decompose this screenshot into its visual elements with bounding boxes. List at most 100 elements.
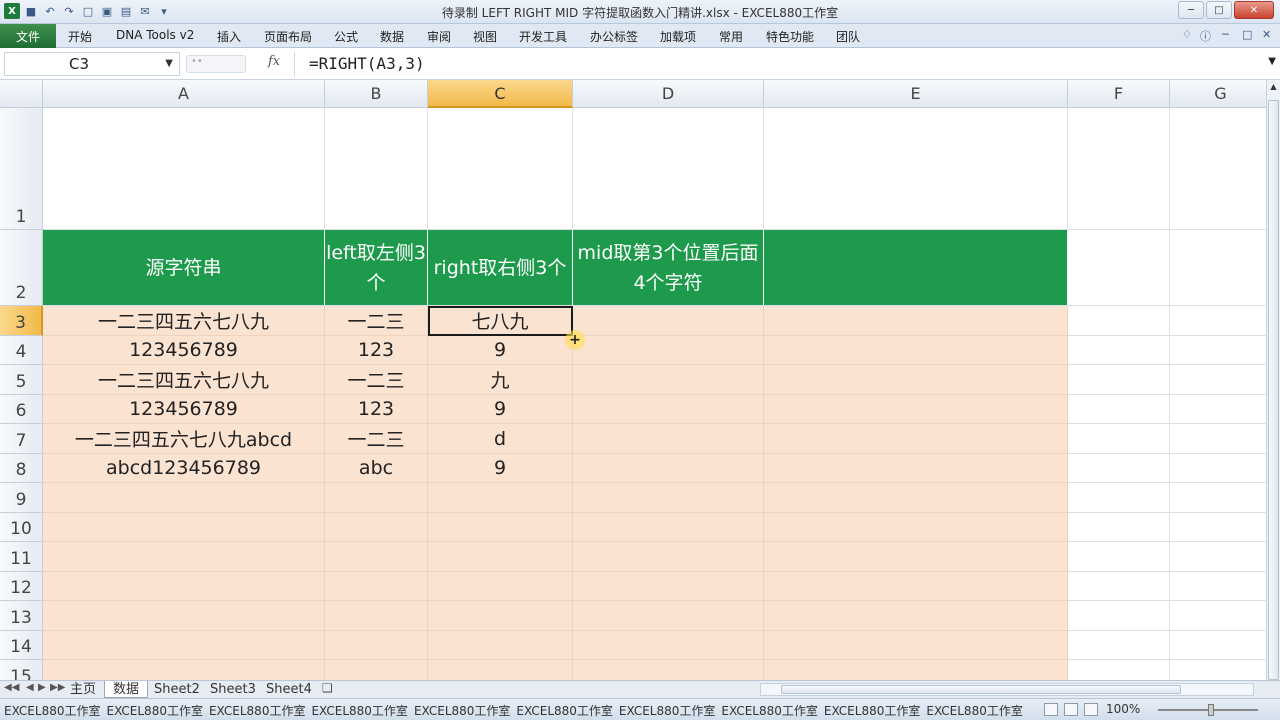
vertical-scroll-thumb[interactable]: [1268, 100, 1279, 680]
formula-input[interactable]: =RIGHT(A3,3): [294, 52, 1266, 76]
cell-g13[interactable]: [1170, 601, 1266, 631]
column-header-f[interactable]: F: [1068, 80, 1170, 108]
cell-f11[interactable]: [1068, 542, 1170, 572]
cell-b2[interactable]: left取左侧3个: [325, 230, 428, 306]
cell-b13[interactable]: [325, 601, 428, 631]
cell-g9[interactable]: [1170, 483, 1266, 513]
row-header-11[interactable]: 11: [0, 542, 43, 572]
cell-a4[interactable]: 123456789: [43, 336, 325, 365]
cell-e11[interactable]: [764, 542, 1068, 572]
scroll-up-icon[interactable]: ▲: [1267, 82, 1280, 91]
cell-c6[interactable]: 9: [428, 395, 573, 424]
cell-g10[interactable]: [1170, 513, 1266, 542]
expand-formula-bar-icon[interactable]: ▼: [1268, 56, 1276, 67]
cell-e6[interactable]: [764, 395, 1068, 424]
tab-special-features[interactable]: 特色功能: [766, 28, 814, 45]
cell-f9[interactable]: [1068, 483, 1170, 513]
cell-a2[interactable]: 源字符串: [43, 230, 325, 306]
row-header-9[interactable]: 9: [0, 483, 43, 513]
cell-f10[interactable]: [1068, 513, 1170, 542]
cell-d3[interactable]: [573, 306, 764, 336]
cell-d14[interactable]: [573, 631, 764, 660]
cell-d7[interactable]: [573, 424, 764, 454]
cell-d9[interactable]: [573, 483, 764, 513]
page-break-view-icon[interactable]: [1084, 703, 1098, 716]
cell-f12[interactable]: [1068, 572, 1170, 601]
workbook-minimize-icon[interactable]: ─: [1222, 28, 1229, 41]
cell-g14[interactable]: [1170, 631, 1266, 660]
tab-data[interactable]: 数据: [380, 28, 404, 45]
cell-e8[interactable]: [764, 454, 1068, 483]
tab-review[interactable]: 审阅: [427, 28, 451, 45]
cell-g4[interactable]: [1170, 336, 1266, 365]
cell-c3[interactable]: 七八九: [428, 306, 573, 336]
cell-f13[interactable]: [1068, 601, 1170, 631]
cell-d6[interactable]: [573, 395, 764, 424]
row-header-1[interactable]: 1: [0, 108, 43, 230]
cell-g15[interactable]: [1170, 660, 1266, 680]
cell-c10[interactable]: [428, 513, 573, 542]
cell-e7[interactable]: [764, 424, 1068, 454]
close-icon[interactable]: ✕: [1234, 1, 1274, 19]
cell-f5[interactable]: [1068, 365, 1170, 395]
cell-e15[interactable]: [764, 660, 1068, 680]
cell-g1[interactable]: [1170, 108, 1266, 230]
vertical-scrollbar[interactable]: ▲: [1266, 80, 1280, 680]
cell-b5[interactable]: 一二三: [325, 365, 428, 395]
cell-g6[interactable]: [1170, 395, 1266, 424]
cell-a8[interactable]: abcd123456789: [43, 454, 325, 483]
cell-a13[interactable]: [43, 601, 325, 631]
row-header-4[interactable]: 4: [0, 336, 43, 365]
cell-e9[interactable]: [764, 483, 1068, 513]
cell-g8[interactable]: [1170, 454, 1266, 483]
cell-a9[interactable]: [43, 483, 325, 513]
cell-f1[interactable]: [1068, 108, 1170, 230]
column-header-d[interactable]: D: [573, 80, 764, 108]
chevron-down-icon[interactable]: ▼: [165, 53, 173, 75]
tab-insert[interactable]: 插入: [217, 28, 241, 45]
cell-c13[interactable]: [428, 601, 573, 631]
worksheet-grid[interactable]: A B C D E F G 1 2 3 4 5 6 7 8 9 10 11 12 13 14 15 源字符串 left取左侧3…: [0, 80, 1266, 680]
cell-b15[interactable]: [325, 660, 428, 680]
workbook-restore-icon[interactable]: □: [1242, 28, 1252, 41]
maximize-icon[interactable]: □: [1206, 1, 1232, 19]
horizontal-scroll-thumb[interactable]: [781, 685, 1181, 694]
cell-a6[interactable]: 123456789: [43, 395, 325, 424]
name-box[interactable]: C3 ▼: [4, 52, 180, 76]
cell-g5[interactable]: [1170, 365, 1266, 395]
cell-b12[interactable]: [325, 572, 428, 601]
cell-d15[interactable]: [573, 660, 764, 680]
row-header-5[interactable]: 5: [0, 365, 43, 395]
tab-file[interactable]: 文件: [0, 24, 56, 48]
new-sheet-icon[interactable]: ❏: [322, 681, 333, 695]
cell-b3[interactable]: 一二三: [325, 306, 428, 336]
cell-g7[interactable]: [1170, 424, 1266, 454]
tab-formulas[interactable]: 公式: [334, 28, 358, 45]
cell-e1[interactable]: [764, 108, 1068, 230]
page-layout-view-icon[interactable]: [1064, 703, 1078, 716]
cell-f2[interactable]: [1068, 230, 1170, 306]
cell-c2[interactable]: right取右侧3个: [428, 230, 573, 306]
cell-b10[interactable]: [325, 513, 428, 542]
tab-home[interactable]: 开始: [68, 28, 92, 45]
cell-g3[interactable]: [1170, 306, 1266, 336]
cell-e13[interactable]: [764, 601, 1068, 631]
row-header-14[interactable]: 14: [0, 631, 43, 660]
row-header-6[interactable]: 6: [0, 395, 43, 424]
cell-c7[interactable]: d: [428, 424, 573, 454]
cell-a10[interactable]: [43, 513, 325, 542]
cell-c14[interactable]: [428, 631, 573, 660]
cell-f8[interactable]: [1068, 454, 1170, 483]
column-header-a[interactable]: A: [43, 80, 325, 108]
column-header-c[interactable]: C: [428, 80, 573, 108]
cell-b9[interactable]: [325, 483, 428, 513]
cell-b11[interactable]: [325, 542, 428, 572]
cell-e3[interactable]: [764, 306, 1068, 336]
tab-page-layout[interactable]: 页面布局: [264, 28, 312, 45]
cell-a7[interactable]: 一二三四五六七八九abcd: [43, 424, 325, 454]
zoom-slider-knob[interactable]: [1208, 704, 1214, 716]
cell-d1[interactable]: [573, 108, 764, 230]
cell-f14[interactable]: [1068, 631, 1170, 660]
cell-d4[interactable]: [573, 336, 764, 365]
cell-g11[interactable]: [1170, 542, 1266, 572]
